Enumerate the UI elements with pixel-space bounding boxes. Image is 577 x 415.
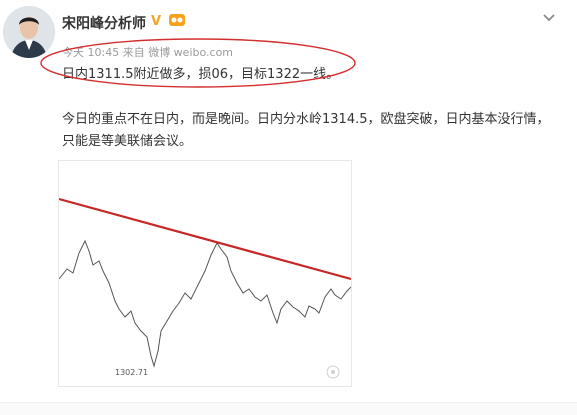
trend-line xyxy=(58,197,352,281)
action-bar xyxy=(0,402,577,415)
chart-image[interactable]: 1302.71 xyxy=(58,160,352,387)
post-body: 今日的重点不在日内，而是晚间。日内分水岭1314.5，欧盘突破，日内基本没行情，… xyxy=(62,112,550,149)
verified-badge-icon: V xyxy=(151,14,162,29)
author-name[interactable]: 宋阳峰分析师 xyxy=(62,13,146,33)
price-line xyxy=(58,239,352,368)
chevron-down-icon[interactable] xyxy=(542,8,556,27)
level-badge-icon xyxy=(168,12,186,28)
chart-low-label: 1302.71 xyxy=(115,368,148,377)
highlight-circle xyxy=(40,38,356,88)
price-chart: 1302.71 xyxy=(58,197,352,379)
watermark-icon xyxy=(326,365,340,379)
